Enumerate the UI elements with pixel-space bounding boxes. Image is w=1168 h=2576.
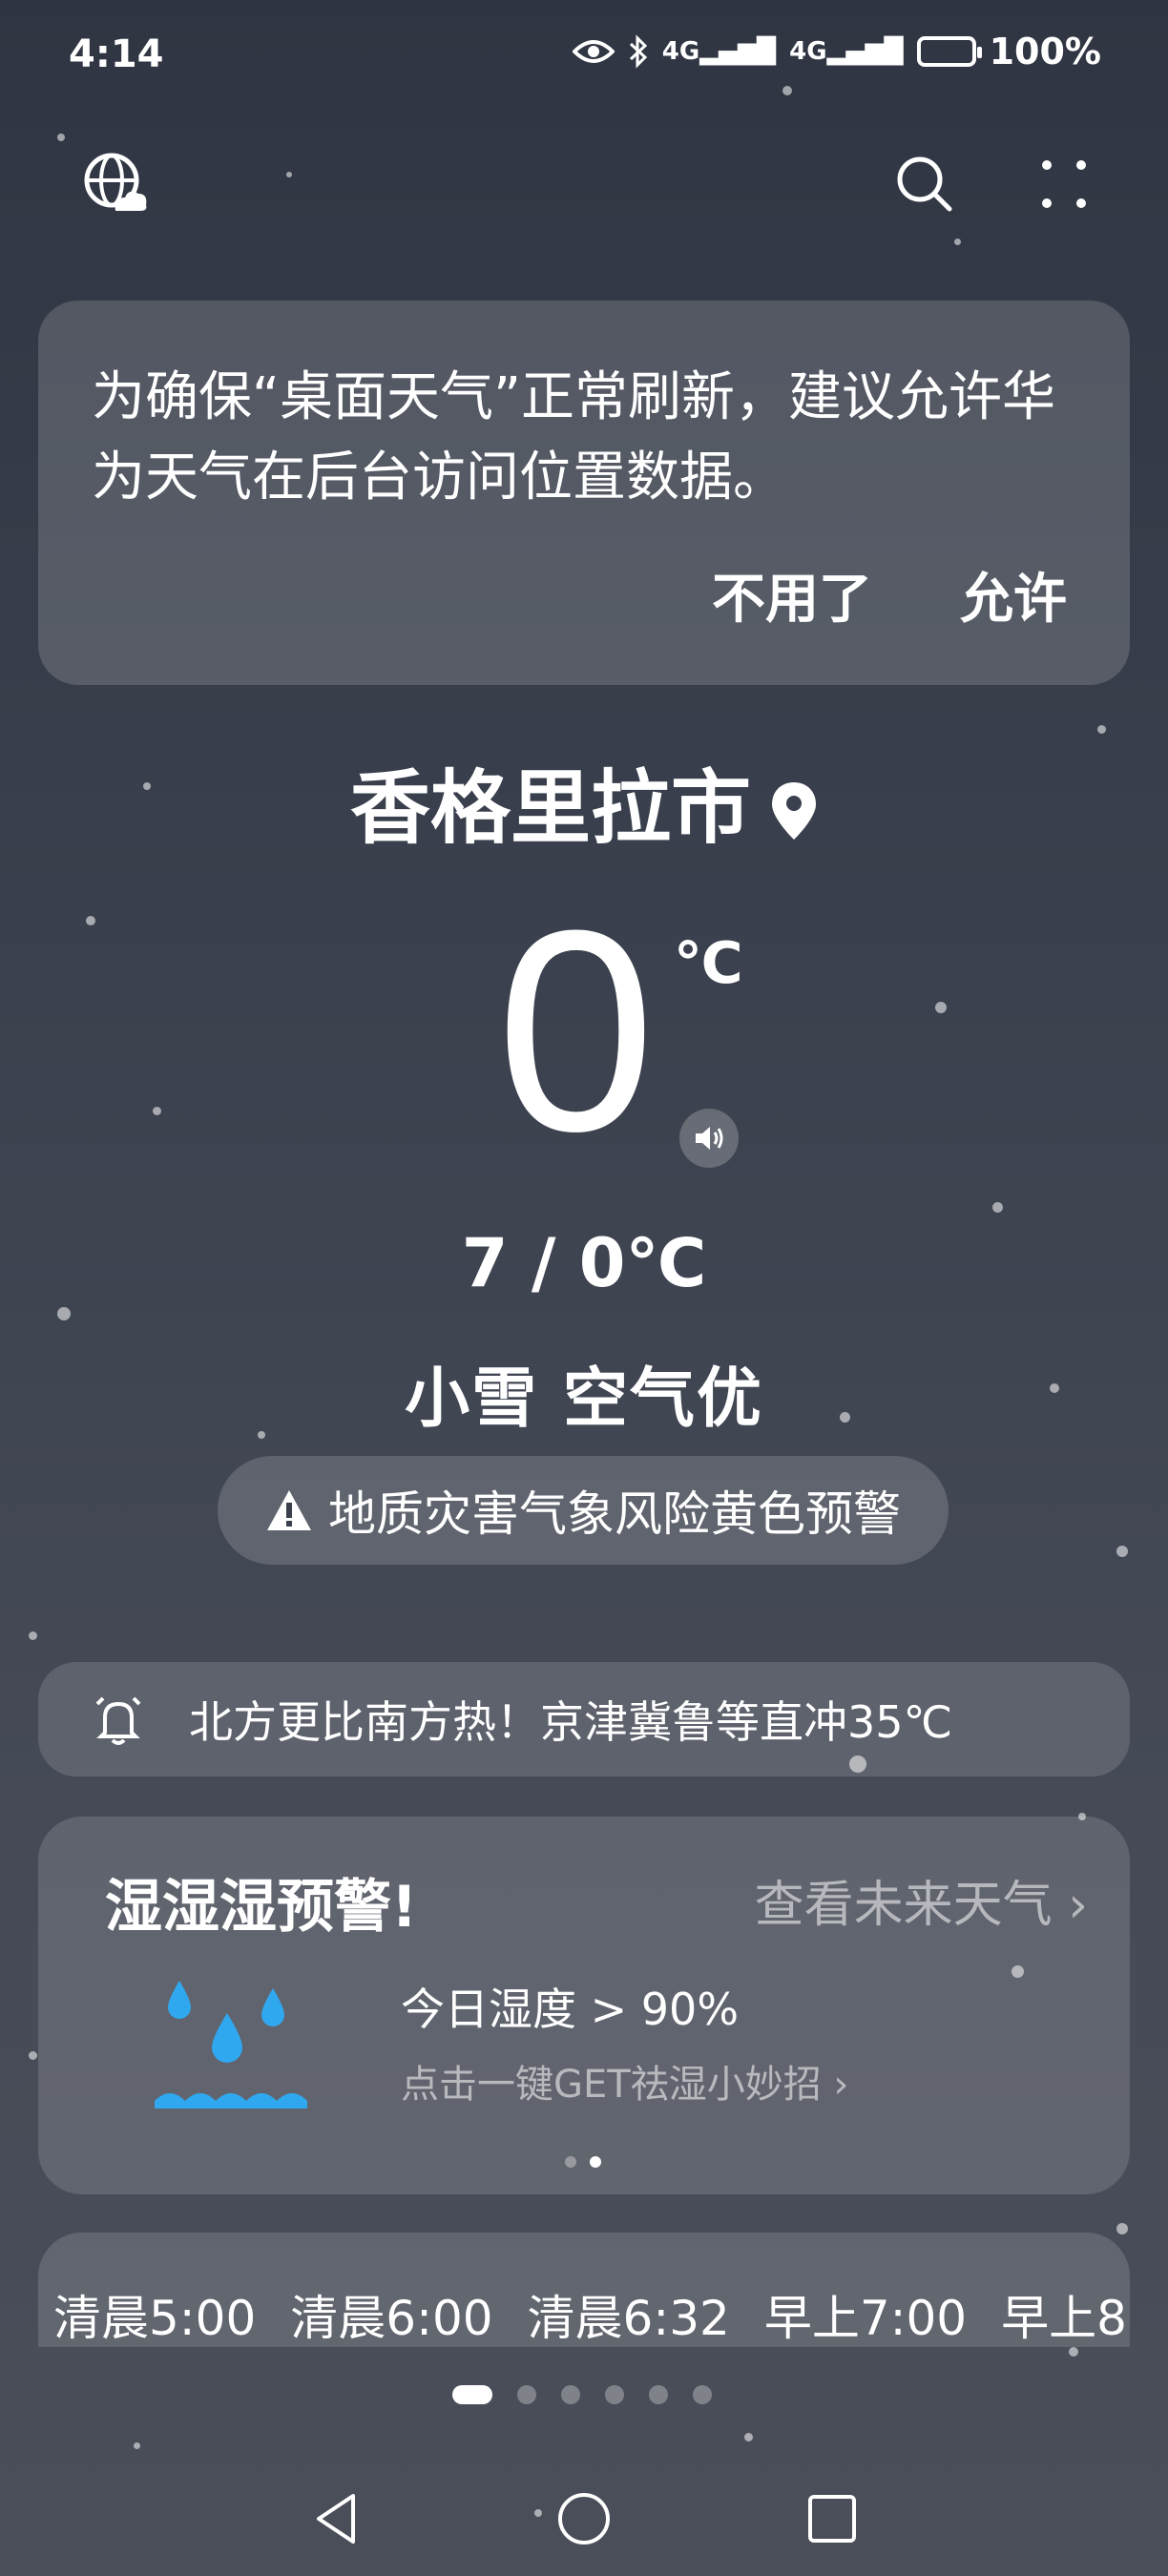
city-name: 香格里拉市 xyxy=(349,761,751,855)
globe-cloud-icon[interactable] xyxy=(73,141,158,227)
carousel-indicator xyxy=(565,2156,601,2168)
news-banner[interactable]: 北方更比南方热！京津冀鲁等直冲35℃ xyxy=(38,1662,1130,1776)
allow-button[interactable]: 允许 xyxy=(960,556,1067,634)
weather-condition: 小雪 空气优 xyxy=(405,1361,763,1437)
battery-percent: 100% xyxy=(989,31,1101,73)
temperature-unit: ℃ xyxy=(674,930,743,997)
hourly-time: 清晨6:00 xyxy=(290,2291,493,2346)
net-label-1: 4G xyxy=(661,37,700,66)
weather-alert-badge[interactable]: 地质灾害气象风险黄色预警 xyxy=(218,1456,949,1565)
more-label: 查看未来天气 xyxy=(754,1877,1053,1934)
recents-icon[interactable] xyxy=(794,2481,870,2557)
signal-icon: 4G▂▄▆█ xyxy=(661,37,777,66)
city-header[interactable]: 香格里拉市 xyxy=(0,744,1168,861)
dehumidify-tip-link[interactable]: 点击一键GET祛湿小妙招 › xyxy=(401,2053,848,2109)
permission-message: 为确保“桌面天气”正常刷新，建议允许华为天气在后台访问位置数据。 xyxy=(92,366,1056,509)
decline-button[interactable]: 不用了 xyxy=(712,556,872,634)
home-icon[interactable] xyxy=(546,2481,622,2557)
view-future-weather-link[interactable]: 查看未来天气 › xyxy=(755,1864,1088,1936)
status-icons: 4G▂▄▆█ 4G▂▄▆█ 100% xyxy=(572,31,1101,73)
bluetooth-icon xyxy=(629,34,647,69)
hourly-time: 早上7:00 xyxy=(763,2291,968,2346)
warning-icon xyxy=(267,1490,311,1530)
speaker-icon[interactable] xyxy=(679,1109,739,1168)
search-icon[interactable] xyxy=(882,141,968,227)
hourly-forecast[interactable]: 清晨5:00 清晨6:00 清晨6:32 早上7:00 早上8:00 xyxy=(38,2233,1130,2347)
humidity-card[interactable]: 湿湿湿预警! 查看未来天气 › 今日湿度 > 90% 点击一键GET祛湿小妙招 … xyxy=(38,1817,1130,2194)
status-time: 4:14 xyxy=(69,32,164,76)
humidity-title: 湿湿湿预警! xyxy=(105,1874,418,1941)
current-temperature: 0 xyxy=(496,870,656,1191)
hourly-time: 清晨6:32 xyxy=(527,2291,730,2346)
temperature-range: 7 / 0℃ xyxy=(461,1224,707,1302)
battery-icon xyxy=(916,36,982,67)
back-icon[interactable] xyxy=(298,2481,374,2557)
more-dots-icon[interactable] xyxy=(1021,141,1107,227)
location-pin-icon xyxy=(770,767,818,861)
signal-icon-2: 4G▂▄▆█ xyxy=(789,37,904,66)
hourly-time: 早上8:00 xyxy=(1001,2291,1130,2346)
hourly-times-row: 清晨5:00 清晨6:00 清晨6:32 早上7:00 早上8:00 xyxy=(53,2280,1130,2347)
page-indicator xyxy=(452,2385,712,2404)
permission-card: 为确保“桌面天气”正常刷新，建议允许华为天气在后台访问位置数据。 不用了 允许 xyxy=(38,301,1130,685)
water-drops-icon xyxy=(155,1981,307,2109)
hourly-time: 清晨5:00 xyxy=(53,2291,257,2346)
navigation-bar xyxy=(0,2462,1168,2576)
tip-label: 点击一键GET祛湿小妙招 xyxy=(401,2063,822,2107)
status-bar: 4:14 4G▂▄▆█ 4G▂▄▆█ 100% xyxy=(0,0,1168,114)
alert-text: 地质灾害气象风险黄色预警 xyxy=(328,1486,901,1542)
humidity-value: 今日湿度 > 90% xyxy=(401,1984,740,2035)
net-label-2: 4G xyxy=(789,37,827,66)
news-text: 北方更比南方热！京津冀鲁等直冲35℃ xyxy=(189,1696,953,1748)
eye-icon xyxy=(572,40,615,63)
bell-icon xyxy=(95,1696,141,1745)
